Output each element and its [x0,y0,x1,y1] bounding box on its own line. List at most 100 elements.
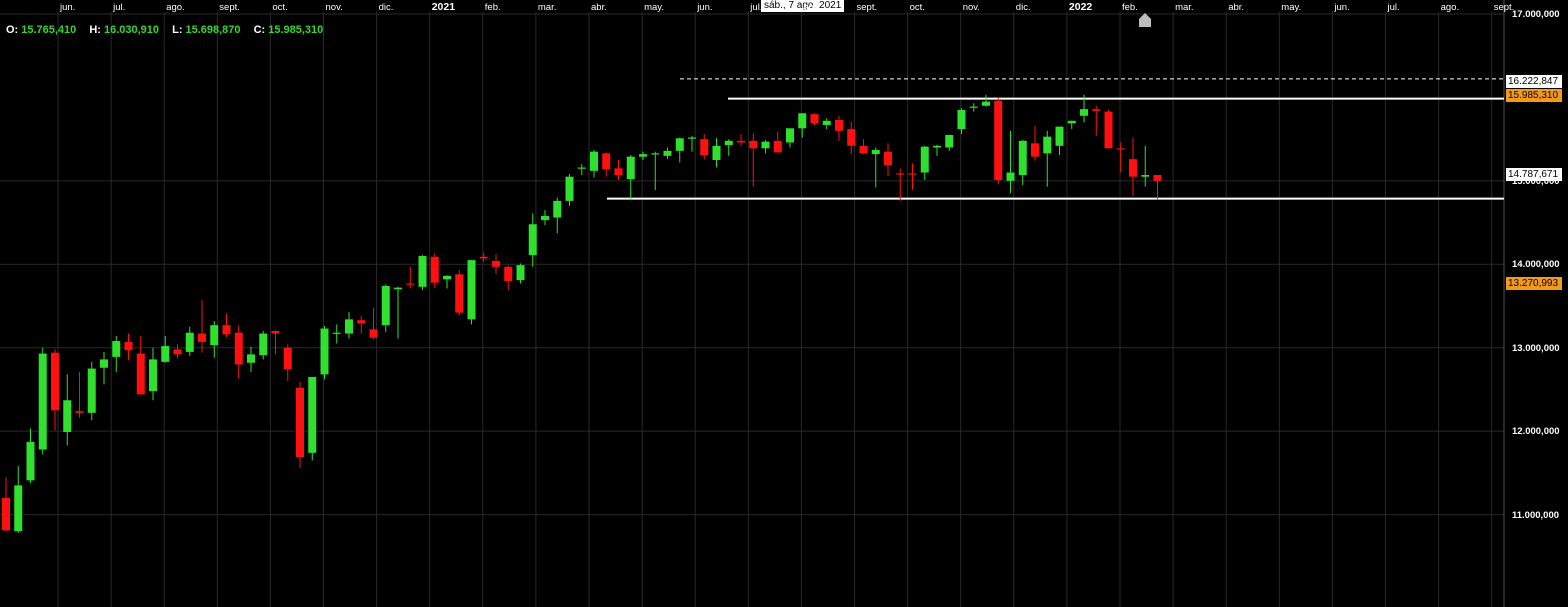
x-tick-label: may. [1281,2,1302,13]
candle-body [871,149,880,155]
candle-body [639,154,647,157]
candle-body [749,140,758,149]
open-label: O: [6,24,19,36]
x-tick-label: dic. [378,2,394,13]
y-tick-label: 13.000,000 [1512,342,1560,354]
candle-body [185,332,194,352]
x-tick-label: sept. [1493,2,1515,13]
candle-body [528,224,537,256]
candle-body [1006,172,1015,181]
x-tick-label: jun. [60,2,76,13]
candle-body [161,346,170,362]
candle-body [712,145,721,160]
candle-body [406,283,415,285]
candle-body [700,139,709,155]
candle-body [1080,109,1088,116]
candle-body [1141,175,1150,177]
y-tick-label: 15.000,000 [1512,175,1560,187]
candle-body [1043,136,1052,154]
x-tick-label: feb. [1122,2,1138,13]
x-tick-label: 2021 [431,1,456,13]
close-level-tag: 15.985,310 [1506,89,1562,102]
candle-body [969,106,978,108]
low-label: L: [172,24,183,36]
candle-body [332,332,341,334]
candle-body [1067,120,1076,124]
candle-body [553,200,562,218]
candle-body [308,376,317,453]
candle-body [14,485,23,532]
candle-body [516,265,525,281]
candle-body [455,274,464,313]
x-tick-label: jul. [1387,2,1400,13]
candle-body [198,333,206,342]
candle-body [688,137,696,139]
candle-body [920,146,929,173]
candle-body [908,173,917,175]
candle-body [1031,143,1039,157]
candle-body [859,145,868,154]
candle-body [1104,111,1113,149]
candlestick-chart[interactable] [0,0,1568,607]
candle-body [283,347,292,370]
x-tick-label: jun. [697,2,713,13]
candle-body [259,333,268,356]
candle-body [1018,140,1027,176]
candle-body [173,349,182,355]
home-icon[interactable] [1139,13,1151,27]
candle-body [479,256,488,259]
chart-container[interactable]: O: 15.765,410 H: 16.030,910 L: 15.698,870 C… [0,0,1568,607]
candle-body [149,359,157,392]
candle-body [577,167,586,169]
candle-body [896,173,905,175]
low-value: 15.698,870 [185,24,241,36]
candle-body [590,151,598,171]
x-tick-label: jul. [113,2,126,13]
candle-body [675,138,684,151]
candle-body [982,101,990,106]
x-tick-label: ago. [1440,2,1460,13]
open-value: 15.765,410 [21,24,77,36]
candle-body [541,215,549,221]
candle-body [798,113,807,129]
y-tick-label: 17.000,000 [1512,9,1560,20]
candle-body [443,275,451,280]
candle-body [296,387,304,458]
x-tick-label: dic. [1015,2,1031,13]
x-tick-label: oct. [272,2,288,13]
candle-body [136,353,145,395]
x-tick-label: may. [644,2,664,13]
candle-body [761,141,770,149]
candle-body [430,256,439,283]
x-tick-label: sept. [219,2,240,13]
candle-body [247,354,255,363]
candle-body [933,145,941,148]
candle-body [210,325,219,346]
candle-body [357,320,366,324]
x-tick-label: jul. [750,2,763,13]
candle-body [835,119,843,131]
x-tick-label: abr. [591,2,607,13]
candle-body [63,400,72,432]
candle-body [1116,148,1125,150]
candle-body [724,140,733,145]
candle-body [565,176,574,201]
candle-body [737,140,745,143]
candle-body [773,140,782,153]
candle-body [957,109,966,130]
candle-body [847,129,856,146]
candle-body [112,341,121,357]
y-tick-label: 12.000,000 [1512,426,1560,438]
candle-body [786,128,794,143]
candle-body [626,156,635,180]
candle-body [1129,159,1137,177]
x-tick-label: ago. [166,2,185,13]
y-tick-label: 14.000,000 [1512,259,1560,271]
candle-body [124,341,133,351]
candle-body [994,100,1003,181]
x-tick-label: abr. [1228,2,1245,13]
high-label: H: [89,24,101,36]
candle-body [1092,109,1101,111]
x-tick-label: 2022 [1068,1,1093,13]
candle-body [2,497,10,531]
